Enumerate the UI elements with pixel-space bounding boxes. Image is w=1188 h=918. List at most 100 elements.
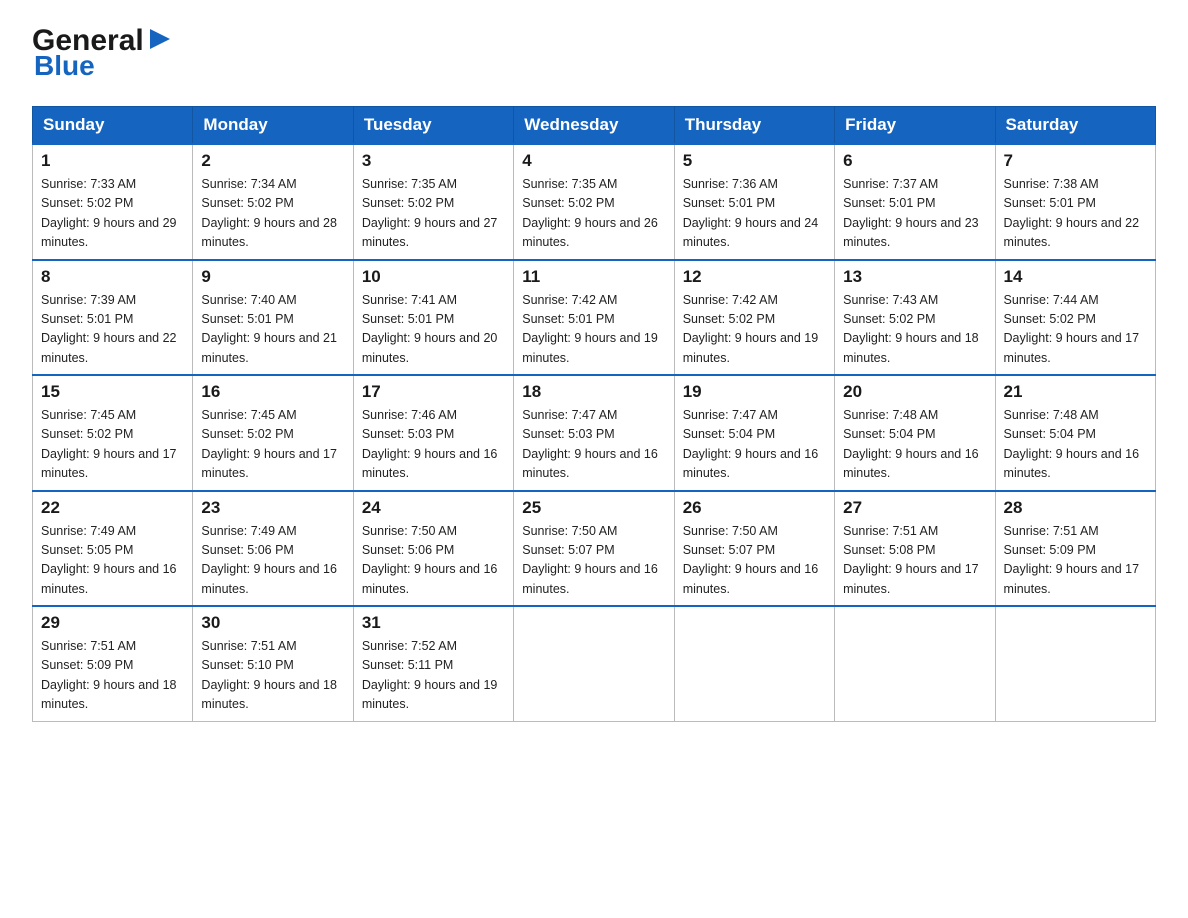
calendar-day-9: 9 Sunrise: 7:40 AMSunset: 5:01 PMDayligh…: [193, 260, 353, 376]
day-number: 24: [362, 498, 505, 518]
calendar-day-22: 22 Sunrise: 7:49 AMSunset: 5:05 PMDaylig…: [33, 491, 193, 607]
day-info: Sunrise: 7:49 AMSunset: 5:06 PMDaylight:…: [201, 522, 344, 600]
calendar-day-20: 20 Sunrise: 7:48 AMSunset: 5:04 PMDaylig…: [835, 375, 995, 491]
calendar-day-30: 30 Sunrise: 7:51 AMSunset: 5:10 PMDaylig…: [193, 606, 353, 721]
calendar-day-3: 3 Sunrise: 7:35 AMSunset: 5:02 PMDayligh…: [353, 144, 513, 260]
day-number: 14: [1004, 267, 1147, 287]
calendar-empty-cell: [835, 606, 995, 721]
calendar-day-11: 11 Sunrise: 7:42 AMSunset: 5:01 PMDaylig…: [514, 260, 674, 376]
calendar-day-27: 27 Sunrise: 7:51 AMSunset: 5:08 PMDaylig…: [835, 491, 995, 607]
calendar-day-29: 29 Sunrise: 7:51 AMSunset: 5:09 PMDaylig…: [33, 606, 193, 721]
calendar-header-wednesday: Wednesday: [514, 107, 674, 145]
day-info: Sunrise: 7:48 AMSunset: 5:04 PMDaylight:…: [1004, 406, 1147, 484]
day-info: Sunrise: 7:50 AMSunset: 5:06 PMDaylight:…: [362, 522, 505, 600]
day-number: 11: [522, 267, 665, 287]
calendar-header-sunday: Sunday: [33, 107, 193, 145]
calendar-day-15: 15 Sunrise: 7:45 AMSunset: 5:02 PMDaylig…: [33, 375, 193, 491]
day-info: Sunrise: 7:51 AMSunset: 5:09 PMDaylight:…: [41, 637, 184, 715]
day-info: Sunrise: 7:45 AMSunset: 5:02 PMDaylight:…: [201, 406, 344, 484]
calendar-day-17: 17 Sunrise: 7:46 AMSunset: 5:03 PMDaylig…: [353, 375, 513, 491]
calendar-day-10: 10 Sunrise: 7:41 AMSunset: 5:01 PMDaylig…: [353, 260, 513, 376]
day-info: Sunrise: 7:48 AMSunset: 5:04 PMDaylight:…: [843, 406, 986, 484]
day-info: Sunrise: 7:50 AMSunset: 5:07 PMDaylight:…: [522, 522, 665, 600]
day-number: 27: [843, 498, 986, 518]
day-info: Sunrise: 7:33 AMSunset: 5:02 PMDaylight:…: [41, 175, 184, 253]
calendar-day-24: 24 Sunrise: 7:50 AMSunset: 5:06 PMDaylig…: [353, 491, 513, 607]
calendar-day-28: 28 Sunrise: 7:51 AMSunset: 5:09 PMDaylig…: [995, 491, 1155, 607]
calendar-day-31: 31 Sunrise: 7:52 AMSunset: 5:11 PMDaylig…: [353, 606, 513, 721]
day-info: Sunrise: 7:45 AMSunset: 5:02 PMDaylight:…: [41, 406, 184, 484]
day-number: 23: [201, 498, 344, 518]
calendar-day-4: 4 Sunrise: 7:35 AMSunset: 5:02 PMDayligh…: [514, 144, 674, 260]
day-number: 26: [683, 498, 826, 518]
calendar-day-16: 16 Sunrise: 7:45 AMSunset: 5:02 PMDaylig…: [193, 375, 353, 491]
day-info: Sunrise: 7:43 AMSunset: 5:02 PMDaylight:…: [843, 291, 986, 369]
day-info: Sunrise: 7:42 AMSunset: 5:01 PMDaylight:…: [522, 291, 665, 369]
day-info: Sunrise: 7:37 AMSunset: 5:01 PMDaylight:…: [843, 175, 986, 253]
calendar-day-7: 7 Sunrise: 7:38 AMSunset: 5:01 PMDayligh…: [995, 144, 1155, 260]
day-number: 16: [201, 382, 344, 402]
day-info: Sunrise: 7:51 AMSunset: 5:10 PMDaylight:…: [201, 637, 344, 715]
calendar-week-row: 22 Sunrise: 7:49 AMSunset: 5:05 PMDaylig…: [33, 491, 1156, 607]
day-number: 28: [1004, 498, 1147, 518]
calendar-day-13: 13 Sunrise: 7:43 AMSunset: 5:02 PMDaylig…: [835, 260, 995, 376]
day-number: 13: [843, 267, 986, 287]
day-info: Sunrise: 7:51 AMSunset: 5:09 PMDaylight:…: [1004, 522, 1147, 600]
calendar-day-19: 19 Sunrise: 7:47 AMSunset: 5:04 PMDaylig…: [674, 375, 834, 491]
calendar-day-21: 21 Sunrise: 7:48 AMSunset: 5:04 PMDaylig…: [995, 375, 1155, 491]
calendar-header-monday: Monday: [193, 107, 353, 145]
calendar-day-8: 8 Sunrise: 7:39 AMSunset: 5:01 PMDayligh…: [33, 260, 193, 376]
logo-arrow-icon: [146, 25, 174, 53]
day-number: 20: [843, 382, 986, 402]
page-header: General Blue: [32, 24, 1156, 82]
day-number: 7: [1004, 151, 1147, 171]
day-number: 17: [362, 382, 505, 402]
day-info: Sunrise: 7:39 AMSunset: 5:01 PMDaylight:…: [41, 291, 184, 369]
day-number: 29: [41, 613, 184, 633]
day-number: 12: [683, 267, 826, 287]
day-number: 18: [522, 382, 665, 402]
calendar-week-row: 1 Sunrise: 7:33 AMSunset: 5:02 PMDayligh…: [33, 144, 1156, 260]
calendar-header-thursday: Thursday: [674, 107, 834, 145]
day-info: Sunrise: 7:47 AMSunset: 5:04 PMDaylight:…: [683, 406, 826, 484]
day-number: 19: [683, 382, 826, 402]
calendar-table: SundayMondayTuesdayWednesdayThursdayFrid…: [32, 106, 1156, 722]
day-number: 4: [522, 151, 665, 171]
day-number: 25: [522, 498, 665, 518]
day-info: Sunrise: 7:40 AMSunset: 5:01 PMDaylight:…: [201, 291, 344, 369]
calendar-day-23: 23 Sunrise: 7:49 AMSunset: 5:06 PMDaylig…: [193, 491, 353, 607]
calendar-day-25: 25 Sunrise: 7:50 AMSunset: 5:07 PMDaylig…: [514, 491, 674, 607]
calendar-header-friday: Friday: [835, 107, 995, 145]
calendar-header-tuesday: Tuesday: [353, 107, 513, 145]
calendar-day-26: 26 Sunrise: 7:50 AMSunset: 5:07 PMDaylig…: [674, 491, 834, 607]
day-number: 22: [41, 498, 184, 518]
day-info: Sunrise: 7:41 AMSunset: 5:01 PMDaylight:…: [362, 291, 505, 369]
day-info: Sunrise: 7:50 AMSunset: 5:07 PMDaylight:…: [683, 522, 826, 600]
day-number: 15: [41, 382, 184, 402]
day-number: 31: [362, 613, 505, 633]
day-number: 30: [201, 613, 344, 633]
calendar-empty-cell: [514, 606, 674, 721]
day-number: 5: [683, 151, 826, 171]
day-number: 6: [843, 151, 986, 171]
day-info: Sunrise: 7:35 AMSunset: 5:02 PMDaylight:…: [522, 175, 665, 253]
calendar-day-18: 18 Sunrise: 7:47 AMSunset: 5:03 PMDaylig…: [514, 375, 674, 491]
calendar-week-row: 29 Sunrise: 7:51 AMSunset: 5:09 PMDaylig…: [33, 606, 1156, 721]
logo-blue-text: Blue: [34, 50, 95, 82]
day-info: Sunrise: 7:51 AMSunset: 5:08 PMDaylight:…: [843, 522, 986, 600]
calendar-day-12: 12 Sunrise: 7:42 AMSunset: 5:02 PMDaylig…: [674, 260, 834, 376]
day-info: Sunrise: 7:42 AMSunset: 5:02 PMDaylight:…: [683, 291, 826, 369]
calendar-day-2: 2 Sunrise: 7:34 AMSunset: 5:02 PMDayligh…: [193, 144, 353, 260]
calendar-week-row: 8 Sunrise: 7:39 AMSunset: 5:01 PMDayligh…: [33, 260, 1156, 376]
day-number: 1: [41, 151, 184, 171]
day-number: 10: [362, 267, 505, 287]
day-number: 9: [201, 267, 344, 287]
day-info: Sunrise: 7:34 AMSunset: 5:02 PMDaylight:…: [201, 175, 344, 253]
day-info: Sunrise: 7:47 AMSunset: 5:03 PMDaylight:…: [522, 406, 665, 484]
day-number: 21: [1004, 382, 1147, 402]
day-info: Sunrise: 7:44 AMSunset: 5:02 PMDaylight:…: [1004, 291, 1147, 369]
logo: General Blue: [32, 24, 174, 82]
calendar-day-6: 6 Sunrise: 7:37 AMSunset: 5:01 PMDayligh…: [835, 144, 995, 260]
calendar-week-row: 15 Sunrise: 7:45 AMSunset: 5:02 PMDaylig…: [33, 375, 1156, 491]
calendar-day-14: 14 Sunrise: 7:44 AMSunset: 5:02 PMDaylig…: [995, 260, 1155, 376]
